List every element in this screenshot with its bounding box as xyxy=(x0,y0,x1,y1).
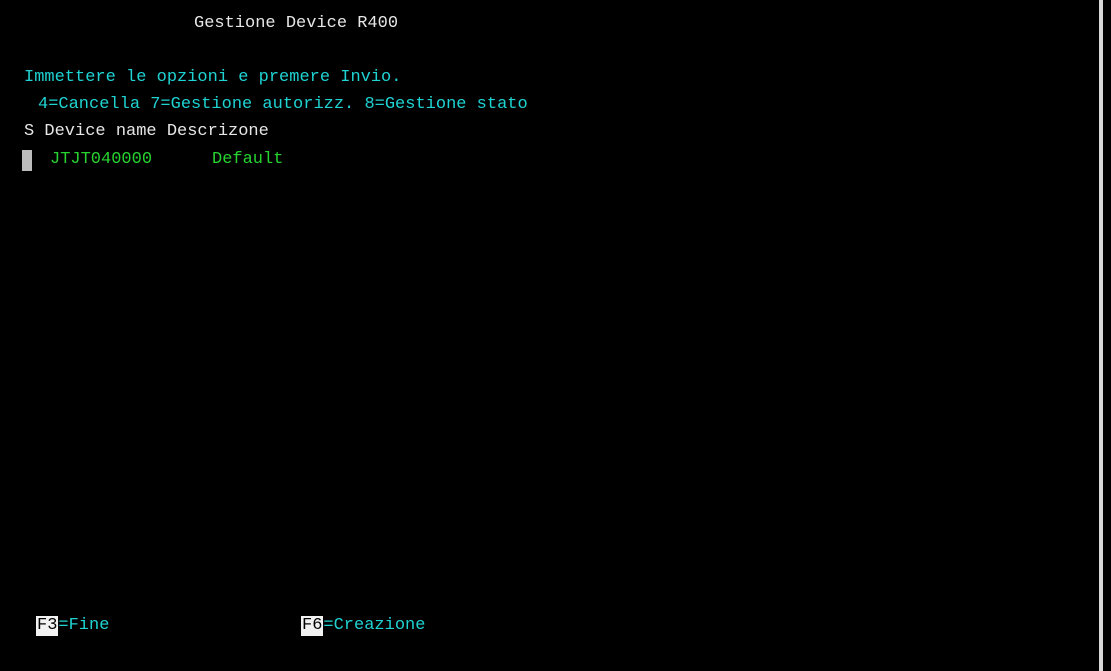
screen-title: Gestione Device R400 xyxy=(194,14,399,33)
device-name-cell: JTJT040000 xyxy=(50,150,153,169)
table-header: S Device name Descrizone xyxy=(24,122,269,141)
description-cell: Default xyxy=(212,150,284,169)
instruction-text: Immettere le opzioni e premere Invio. xyxy=(24,68,402,87)
f3-key-label[interactable]: F3 xyxy=(36,616,59,636)
f6-create-key[interactable]: F6 =Creazione xyxy=(301,615,425,637)
f3-action-label: =Fine xyxy=(58,616,110,635)
terminal-screen: Gestione Device R400 Immettere le opzion… xyxy=(0,0,1103,671)
table-row: JTJT040000 Default xyxy=(22,149,283,171)
f6-key-label[interactable]: F6 xyxy=(301,616,324,636)
selection-input-field[interactable] xyxy=(22,149,32,171)
f6-action-label: =Creazione xyxy=(323,616,426,635)
function-key-bar: F3 =Fine F6 =Creazione xyxy=(36,615,425,637)
options-legend: 4=Cancella 7=Gestione autorizz. 8=Gestio… xyxy=(38,95,528,114)
f3-exit-key[interactable]: F3 =Fine xyxy=(36,615,301,637)
